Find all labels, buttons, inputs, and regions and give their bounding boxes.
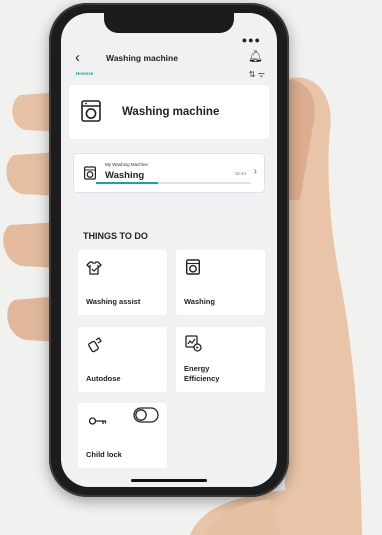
tile-energy-efficiency[interactable]: Energy Efficiency — [176, 327, 265, 392]
tile-label: Energy Efficiency — [184, 364, 220, 383]
washing-machine-icon — [81, 100, 101, 122]
energy-chart-icon — [185, 335, 202, 352]
machine-name: My Washing Machine — [105, 162, 148, 167]
brand-label: Hisense — [76, 71, 94, 76]
section-title: THINGS TO DO — [83, 231, 148, 241]
key-icon — [88, 417, 107, 425]
tile-label: Autodose — [86, 374, 121, 383]
child-lock-toggle[interactable] — [133, 407, 159, 423]
back-arrow-icon[interactable]: ‹ — [75, 49, 80, 66]
app-bar: ‹ Washing machine 🔔︎ — [61, 43, 277, 71]
home-indicator — [131, 479, 207, 482]
tile-child-lock[interactable]: Child lock — [78, 403, 167, 468]
washing-machine-icon — [186, 259, 200, 275]
app-bar-title: Washing machine — [106, 53, 178, 63]
chevron-right-icon: › — [253, 166, 257, 177]
remaining-time: 15:44 — [234, 171, 246, 176]
machine-status: Washing — [105, 170, 145, 181]
tile-label: Child lock — [86, 450, 122, 459]
progress-fill — [96, 182, 158, 184]
connection-icons: ⇅ ᯤ — [248, 70, 265, 79]
hero-card: Washing machine — [69, 85, 269, 139]
tile-autodose[interactable]: Autodose — [78, 327, 167, 392]
hero-title: Washing machine — [122, 106, 220, 118]
phone-notch — [104, 13, 234, 33]
washing-machine-icon — [84, 166, 96, 180]
progress-bar — [96, 182, 251, 184]
phone-screen: ●●● ‹ Washing machine 🔔︎ Hisense ⇅ ᯤ Was… — [61, 13, 277, 487]
tile-label: Washing — [184, 297, 215, 306]
machine-status-card[interactable]: My Washing Machine Washing 15:44 › — [73, 153, 265, 193]
bell-icon[interactable]: 🔔︎ — [248, 49, 263, 63]
shirt-assist-icon — [86, 261, 102, 275]
tile-washing-assist[interactable]: Washing assist — [78, 250, 167, 315]
dose-bottle-icon — [88, 337, 102, 353]
tile-label: Washing assist — [86, 297, 141, 306]
tile-washing[interactable]: Washing — [176, 250, 265, 315]
